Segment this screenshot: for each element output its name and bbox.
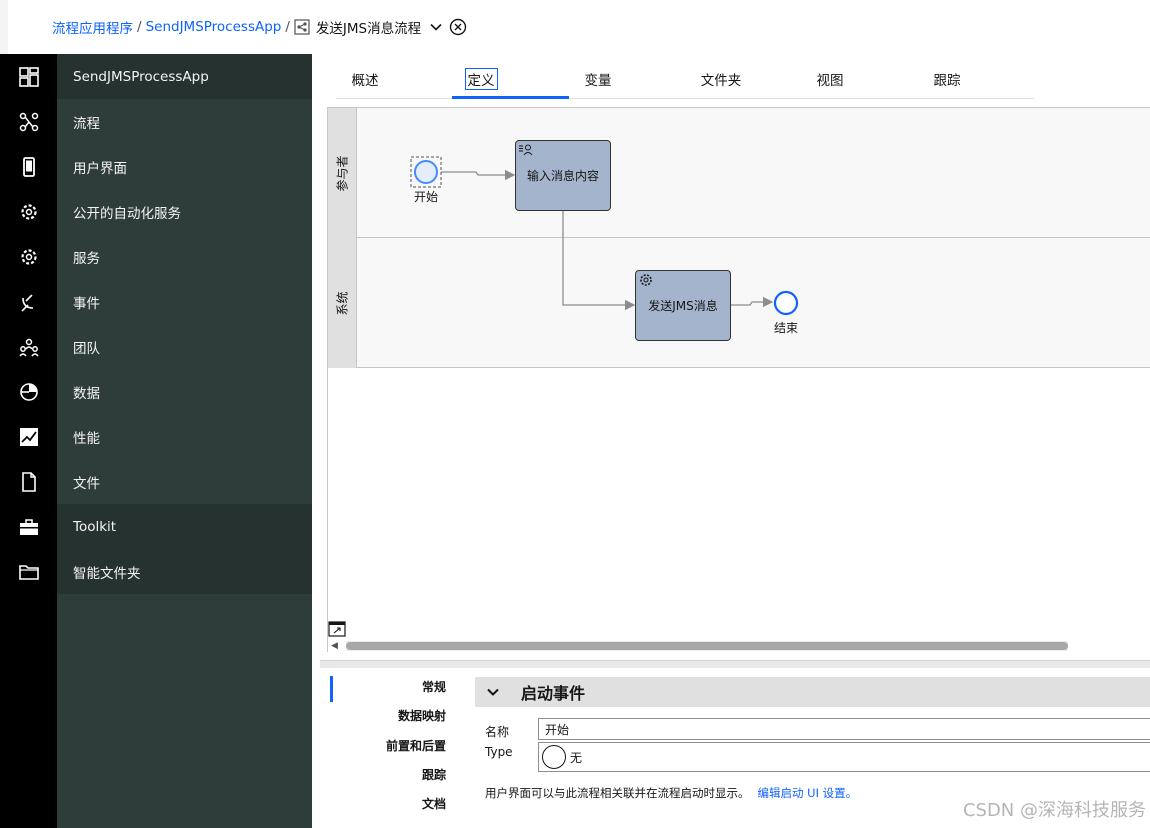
tab-tracking[interactable]: 跟踪 <box>918 60 976 98</box>
nav-panel: SendJMSProcessApp 流程 用户界面 公开的自动化服务 服务 事件… <box>57 54 312 828</box>
rail-services[interactable] <box>0 234 57 279</box>
breadcrumb-current: 发送JMS消息流程 <box>315 21 422 37</box>
hint-text: 用户界面可以与此流程相关联并在流程启动时显示。 编辑启动 UI 设置。 <box>485 785 857 801</box>
top-bar: 流程应用程序 / SendJMSProcessApp / 发送JMS消息流程 <box>0 0 1150 54</box>
tab-views[interactable]: 视图 <box>801 60 859 98</box>
rail-process[interactable] <box>0 99 57 144</box>
nav-item-teams[interactable]: 团队 <box>57 324 312 369</box>
dashboard-icon <box>18 66 39 87</box>
gear-icon <box>20 248 37 265</box>
chevron-down-icon <box>487 688 499 696</box>
task-input-message[interactable]: 输入消息内容 <box>515 140 611 211</box>
icon-rail <box>0 54 57 828</box>
tab-label: 变量 <box>584 73 612 89</box>
breadcrumb-process-apps[interactable]: 流程应用程序 <box>52 17 133 37</box>
chart-line-icon <box>19 427 38 446</box>
nav-item-files[interactable]: 文件 <box>57 459 312 504</box>
end-event-node[interactable] <box>773 290 799 316</box>
start-event-label: 开始 <box>414 190 439 204</box>
section-title: 启动事件 <box>521 684 586 703</box>
nav-item-ui[interactable]: 用户界面 <box>57 144 312 189</box>
flow-icon <box>19 112 38 131</box>
service-task-icon <box>640 274 652 286</box>
satellite-icon <box>20 293 33 312</box>
props-tab-documentation[interactable]: 文档 <box>322 789 446 818</box>
tab-active-indicator <box>452 96 569 99</box>
tab-folders[interactable]: 文件夹 <box>686 60 756 98</box>
nav-item-data[interactable]: 数据 <box>57 369 312 414</box>
tab-label: 定义 <box>464 68 498 90</box>
toolbox-icon <box>19 518 38 535</box>
none-event-icon <box>542 745 566 769</box>
gear-share-icon <box>20 203 37 220</box>
flow-connectors <box>441 169 774 311</box>
tab-label: 跟踪 <box>933 73 961 89</box>
rail-data[interactable] <box>0 369 57 414</box>
name-label: 名称 <box>485 725 510 739</box>
start-event-node[interactable] <box>410 156 442 188</box>
tab-variables[interactable]: 变量 <box>569 60 627 98</box>
breadcrumb-separator: / <box>137 19 142 35</box>
end-event-label: 结束 <box>774 321 799 335</box>
rail-smart-folders[interactable] <box>0 549 57 594</box>
header: 流程应用程序 / SendJMSProcessApp / 发送JMS消息流程 <box>8 0 1150 54</box>
task-label: 输入消息内容 <box>526 169 599 183</box>
props-tab-pre-post[interactable]: 前置和后置 <box>322 731 446 760</box>
tab-overview[interactable]: 概述 <box>336 60 394 98</box>
close-icon[interactable] <box>449 18 467 36</box>
rail-ui[interactable] <box>0 144 57 189</box>
folder-icon <box>18 564 39 580</box>
watermark: CSDN @深海科技服务 <box>962 800 1146 821</box>
rail-events[interactable] <box>0 279 57 324</box>
team-icon <box>18 338 39 356</box>
document-icon <box>21 471 36 492</box>
process-icon <box>294 19 310 35</box>
chevron-down-icon[interactable] <box>429 20 443 34</box>
props-tab-data-mapping[interactable]: 数据映射 <box>322 701 446 730</box>
pie-chart-icon <box>19 382 38 401</box>
type-value: 无 <box>570 750 583 765</box>
mobile-icon <box>22 156 35 177</box>
scrollbar-thumb[interactable] <box>346 642 1068 650</box>
rail-performance[interactable] <box>0 414 57 459</box>
nav-item-process[interactable]: 流程 <box>57 99 312 144</box>
user-task-icon <box>519 144 533 156</box>
type-label: Type <box>485 745 513 759</box>
scroll-left-arrow[interactable]: ◀ <box>331 641 341 651</box>
edit-start-ui-link[interactable]: 编辑启动 UI 设置。 <box>758 786 858 800</box>
task-send-jms[interactable]: 发送JMS消息 <box>635 270 731 341</box>
breadcrumb-separator: / <box>285 19 290 35</box>
tab-label: 概述 <box>351 73 379 89</box>
properties-nav: 常规 数据映射 前置和后置 跟踪 文档 <box>330 672 454 828</box>
tab-label: 文件夹 <box>700 73 742 89</box>
rail-teams[interactable] <box>0 324 57 369</box>
nav-item-services[interactable]: 服务 <box>57 234 312 279</box>
nav-item-toolkit[interactable]: Toolkit <box>57 504 312 549</box>
name-input[interactable] <box>538 718 1150 740</box>
nav-item-events[interactable]: 事件 <box>57 279 312 324</box>
props-tab-tracking[interactable]: 跟踪 <box>322 760 446 789</box>
rail-automation[interactable] <box>0 189 57 234</box>
rail-dashboard[interactable] <box>0 54 57 99</box>
nav-item-automation[interactable]: 公开的自动化服务 <box>57 189 312 234</box>
nav-item-app[interactable]: SendJMSProcessApp <box>57 54 312 99</box>
type-selector[interactable]: 无 <box>538 742 1150 772</box>
hint-body: 用户界面可以与此流程相关联并在流程启动时显示。 <box>485 786 750 800</box>
tab-label: 视图 <box>816 73 844 89</box>
rail-toolkit[interactable] <box>0 504 57 549</box>
tab-bar: 概述 定义 变量 文件夹 视图 跟踪 <box>336 60 1034 99</box>
props-tab-general[interactable]: 常规 <box>322 672 446 701</box>
horizontal-scrollbar[interactable] <box>346 641 1068 651</box>
diagram-canvas[interactable]: 参与者 系统 开始 输入消息内容 发送JMS消息 结束 ◀ <box>327 107 1150 652</box>
nav-item-performance[interactable]: 性能 <box>57 414 312 459</box>
task-label: 发送JMS消息 <box>648 299 718 313</box>
nav-item-smart-folders[interactable]: 智能文件夹 <box>57 549 312 594</box>
minimap-icon[interactable] <box>328 621 346 637</box>
section-header-start-event[interactable]: 启动事件 <box>475 677 1150 707</box>
tab-definition[interactable]: 定义 <box>452 60 510 98</box>
breadcrumb: 流程应用程序 / SendJMSProcessApp / 发送JMS消息流程 <box>52 16 467 38</box>
rail-files[interactable] <box>0 459 57 504</box>
breadcrumb-app[interactable]: SendJMSProcessApp <box>146 19 282 35</box>
panel-splitter[interactable] <box>320 660 1150 668</box>
